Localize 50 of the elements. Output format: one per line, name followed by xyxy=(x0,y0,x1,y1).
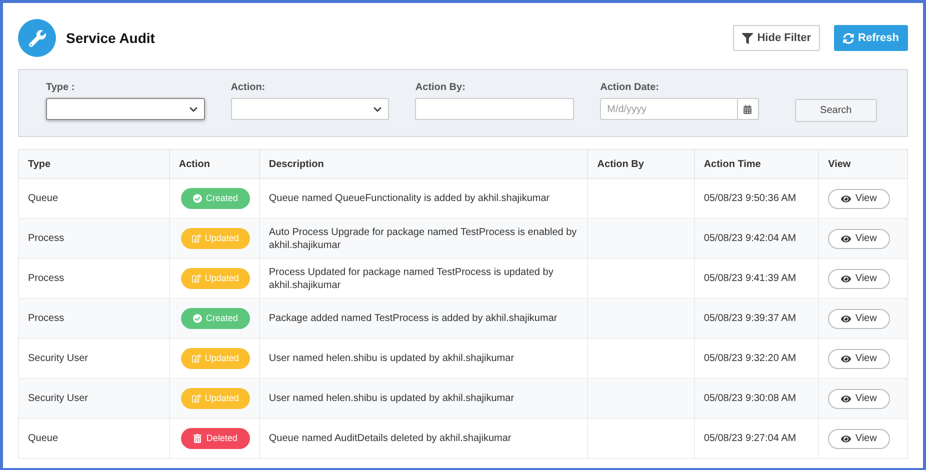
view-button[interactable]: View xyxy=(828,348,890,368)
filter-label: Action Date: xyxy=(600,82,660,93)
action-badge: Updated xyxy=(180,348,250,369)
column-header: View xyxy=(818,150,908,178)
eye-icon xyxy=(841,354,852,364)
wrench-logo-icon xyxy=(18,19,56,57)
description-cell: Queue named AuditDetails deleted by akhil.shajikumar xyxy=(259,418,588,458)
column-header: Type xyxy=(18,150,170,178)
action-badge: Created xyxy=(180,308,250,329)
action-badge: Created xyxy=(180,188,250,209)
caret-icon xyxy=(188,104,198,114)
view-button[interactable]: View xyxy=(828,228,890,248)
column-header: Description xyxy=(259,150,588,178)
edit-icon xyxy=(192,234,201,243)
dropdown-field[interactable] xyxy=(46,98,205,120)
trash-icon xyxy=(193,434,202,443)
view-button[interactable]: View xyxy=(828,428,890,448)
eye-icon xyxy=(841,394,852,404)
time-cell: 05/08/23 9:27:04 AM xyxy=(694,418,819,458)
view-button[interactable]: View xyxy=(828,188,890,208)
page-title: Service Audit xyxy=(66,30,156,46)
filter-label: Action: xyxy=(230,82,266,93)
eye-icon xyxy=(841,274,852,284)
search-button[interactable]: Search xyxy=(794,99,877,122)
action-badge: Updated xyxy=(180,228,250,249)
edit-icon xyxy=(192,274,201,283)
eye-icon xyxy=(841,234,852,244)
column-header: Action xyxy=(169,150,260,178)
eye-icon xyxy=(841,434,852,444)
view-button[interactable]: View xyxy=(828,268,890,288)
filter-label: Type : xyxy=(46,82,76,93)
filter-icon xyxy=(742,32,754,44)
type-cell: Queue xyxy=(18,418,170,458)
column-header: Action Time xyxy=(694,150,819,178)
filter-label: Action By: xyxy=(415,82,466,93)
eye-icon xyxy=(841,194,852,204)
refresh-icon xyxy=(843,32,854,44)
caret-icon xyxy=(373,104,382,114)
edit-icon xyxy=(192,354,201,363)
column-header: Action By xyxy=(588,150,694,178)
hide-filter-button[interactable]: Hide Filter xyxy=(733,25,820,51)
dropdown-field[interactable] xyxy=(230,98,390,120)
action-badge: Updated xyxy=(180,268,250,289)
view-button[interactable]: View xyxy=(828,388,890,408)
edit-icon xyxy=(192,394,201,403)
action-badge: Updated xyxy=(180,388,250,409)
input-field[interactable] xyxy=(415,98,574,120)
view-button[interactable]: View xyxy=(828,308,890,328)
eye-icon xyxy=(841,314,852,324)
action-badge: Deleted xyxy=(180,428,250,449)
